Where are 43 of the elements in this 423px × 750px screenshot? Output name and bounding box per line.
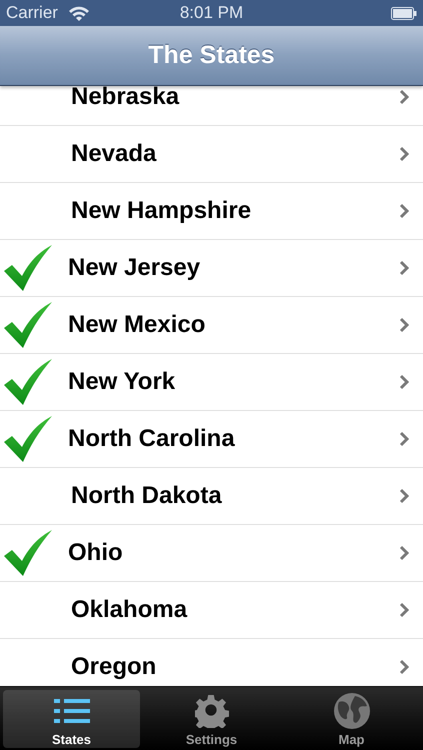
battery-icon [391, 6, 417, 20]
state-name: North Carolina [68, 425, 236, 453]
chevron-icon [399, 545, 409, 561]
state-row[interactable]: New York [0, 354, 423, 411]
chevron-icon [399, 431, 409, 447]
state-name: New Jersey [68, 254, 202, 282]
chevron-icon [399, 488, 409, 504]
chevron-icon [399, 260, 409, 276]
tab-button[interactable]: Map [283, 690, 420, 748]
state-row[interactable]: Oklahoma [0, 582, 423, 639]
time-label: 8:01 PM [180, 3, 244, 22]
state-row[interactable]: New Hampshire [0, 183, 423, 240]
state-name: Oregon [71, 653, 158, 681]
state-name: Ohio [68, 539, 124, 567]
state-row[interactable]: Nevada [0, 126, 423, 183]
state-name: North Dakota [71, 482, 223, 510]
state-row[interactable]: New Mexico [0, 297, 423, 354]
chevron-icon [399, 89, 409, 105]
nav-title: The States [148, 41, 275, 70]
state-name: Nebraska [71, 86, 180, 111]
chevron-icon [399, 317, 409, 333]
state-name: New Mexico [68, 311, 206, 339]
state-row[interactable]: New Jersey [0, 240, 423, 297]
carrier-label: Carrier [6, 3, 58, 23]
state-row[interactable]: North Dakota [0, 468, 423, 525]
state-row[interactable]: North Carolina [0, 411, 423, 468]
chevron-icon [399, 146, 409, 162]
tab-button[interactable]: States [3, 690, 140, 748]
state-row[interactable]: Nebraska [0, 86, 423, 126]
state-name: New Hampshire [71, 197, 252, 225]
chevron-icon [399, 659, 409, 675]
wifi-icon [68, 5, 90, 21]
list-icon [54, 697, 90, 725]
state-row[interactable]: Ohio [0, 525, 423, 582]
state-name: New York [68, 368, 176, 396]
chevron-icon [399, 602, 409, 618]
state-name: Oklahoma [71, 596, 188, 624]
globe-icon [332, 692, 370, 730]
tab-button[interactable]: Settings [143, 690, 280, 748]
chevron-icon [399, 203, 409, 219]
state-name: Nevada [71, 140, 158, 168]
chevron-icon [399, 374, 409, 390]
gear-icon [194, 694, 228, 728]
